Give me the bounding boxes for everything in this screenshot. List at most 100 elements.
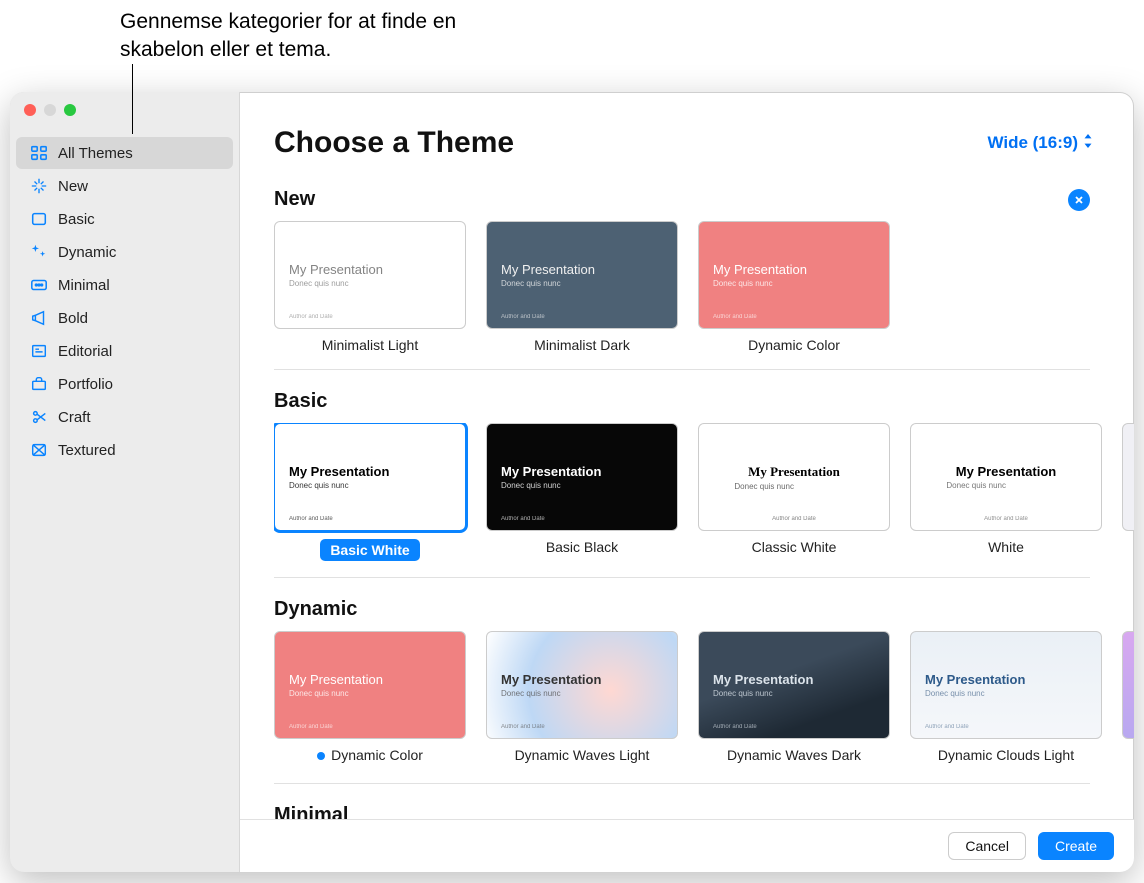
window-minimize-button[interactable] — [44, 104, 56, 116]
theme-basic-black[interactable]: My PresentationDonec quis nuncAuthor and… — [486, 423, 678, 561]
thumb-title: My Presentation — [289, 464, 451, 479]
sidebar-item-label: New — [58, 178, 88, 195]
theme-thumbnail: My PresentationDonec quis nuncAuthor and… — [274, 221, 466, 329]
section-header: New — [274, 170, 1134, 221]
sidebar-item-basic[interactable]: Basic — [16, 203, 233, 235]
callout-leader-line — [132, 64, 133, 134]
theme-basic-white[interactable]: My PresentationDonec quis nuncAuthor and… — [274, 423, 466, 561]
create-button[interactable]: Create — [1038, 832, 1114, 860]
thumb-footer: Author and Date — [501, 314, 545, 320]
thumb-subtitle: Donec quis nunc — [713, 689, 875, 698]
theme-caption: Dynamic Color — [748, 337, 840, 353]
thumb-title: My Presentation — [713, 672, 875, 687]
window-traffic-lights — [24, 104, 76, 116]
thumb-footer: Author and Date — [289, 516, 333, 522]
thumb-footer: Author and Date — [713, 314, 757, 320]
thumb-subtitle: Donec quis nunc — [925, 689, 1087, 698]
sparkle-icon — [30, 177, 48, 195]
thumb-footer: Author and Date — [713, 724, 757, 730]
theme-dynamic-clouds-light[interactable]: My PresentationDonec quis nuncAuthor and… — [910, 631, 1102, 767]
theme-dynamic-waves-dark[interactable]: My Presentation Donec quis nunc Author and… — [698, 631, 890, 767]
sidebar-item-label: Basic — [58, 211, 95, 228]
dialog-footer: Cancel Create — [240, 819, 1134, 872]
thumb-footer: Author and Date — [772, 516, 816, 522]
callout-annotation: Gennemse kategorier for at finde en skab… — [120, 8, 540, 65]
section-close-button[interactable] — [1068, 189, 1090, 211]
thumb-title: My Presentation — [925, 672, 1087, 687]
thumb-subtitle: Donec quis nunc — [946, 481, 1006, 490]
sidebar-item-new[interactable]: New — [16, 170, 233, 202]
sidebar-item-portfolio[interactable]: Portfolio — [16, 368, 233, 400]
overflow-theme-sliver[interactable] — [1122, 631, 1134, 739]
texture-icon — [30, 441, 48, 459]
theme-caption-label: Dynamic Waves Light — [515, 747, 650, 763]
section-header: Basic — [274, 372, 1134, 423]
theme-caption-label: White — [988, 539, 1024, 555]
overflow-theme-sliver[interactable] — [1122, 423, 1134, 531]
sidebar-item-craft[interactable]: Craft — [16, 401, 233, 433]
thumb-subtitle: Donec quis nunc — [289, 279, 451, 288]
theme-caption: Dynamic Waves Dark — [727, 747, 861, 763]
thumb-title: My Presentation — [956, 464, 1056, 479]
overflow-cell — [1122, 423, 1134, 561]
sidebar-item-label: Textured — [58, 442, 116, 459]
theme-caption-label: Classic White — [752, 539, 837, 555]
doc-icon — [30, 210, 48, 228]
sidebar-item-label: All Themes — [58, 145, 133, 162]
sidebar-item-label: Portfolio — [58, 376, 113, 393]
theme-caption: Dynamic Clouds Light — [938, 747, 1074, 763]
main-header: Choose a Theme Wide (16:9) — [240, 92, 1134, 170]
theme-caption-label: Basic Black — [546, 539, 618, 555]
theme-row: My Presentation Donec quis nunc Author and… — [274, 423, 1134, 561]
theme-caption-label: Dynamic Clouds Light — [938, 747, 1074, 763]
theme-dynamic-color[interactable]: My PresentationDonec quis nuncAuthor and… — [274, 631, 466, 767]
theme-chooser-window: All ThemesNewBasicDynamicMinimalBoldEdit… — [10, 92, 1134, 872]
theme-caption-label: Dynamic Color — [331, 747, 423, 763]
theme-minimalist-dark[interactable]: My PresentationDonec quis nuncAuthor and… — [486, 221, 678, 353]
section-header: Dynamic — [274, 580, 1134, 631]
aspect-ratio-popup[interactable]: Wide (16:9) — [987, 133, 1094, 153]
theme-thumbnail: My PresentationDonec quis nuncAuthor and… — [486, 631, 678, 739]
theme-thumbnail: My PresentationDonec quis nuncAuthor and… — [698, 221, 890, 329]
sidebar-item-bold[interactable]: Bold — [16, 302, 233, 334]
sidebar-item-label: Craft — [58, 409, 91, 426]
theme-caption: Minimalist Dark — [534, 337, 630, 353]
aspect-ratio-label: Wide (16:9) — [987, 133, 1078, 153]
theme-dynamic-waves-light[interactable]: My PresentationDonec quis nuncAuthor and… — [486, 631, 678, 767]
sidebar-item-label: Editorial — [58, 343, 112, 360]
sidebar-item-textured[interactable]: Textured — [16, 434, 233, 466]
thumb-title: My Presentation — [501, 464, 663, 479]
thumb-footer: Author and Date — [984, 516, 1028, 522]
theme-caption: Dynamic Color — [317, 747, 423, 763]
sidebar-item-minimal[interactable]: Minimal — [16, 269, 233, 301]
theme-row: My PresentationDonec quis nuncAuthor and… — [274, 221, 1134, 353]
window-zoom-button[interactable] — [64, 104, 76, 116]
theme-caption-label: Minimalist Dark — [534, 337, 630, 353]
sidebar-item-editorial[interactable]: Editorial — [16, 335, 233, 367]
section-title: Basic — [274, 390, 327, 413]
theme-classic-white[interactable]: My Presentation Donec quis nunc Author and… — [698, 423, 890, 561]
theme-thumbnail: My Presentation Donec quis nunc Author and… — [698, 423, 890, 531]
theme-thumbnail: My PresentationDonec quis nuncAuthor and… — [486, 221, 678, 329]
window-close-button[interactable] — [24, 104, 36, 116]
theme-caption-label: Basic White — [330, 542, 409, 558]
megaphone-icon — [30, 309, 48, 327]
sidebar-item-dynamic[interactable]: Dynamic — [16, 236, 233, 268]
sidebar-item-all-themes[interactable]: All Themes — [16, 137, 233, 169]
theme-white[interactable]: My Presentation Donec quis nunc Author and… — [910, 423, 1102, 561]
theme-dynamic-color[interactable]: My PresentationDonec quis nuncAuthor and… — [698, 221, 890, 353]
new-indicator-dot — [317, 752, 325, 760]
thumb-subtitle: Donec quis nunc — [501, 689, 663, 698]
thumb-title: My Presentation — [748, 464, 840, 480]
section-divider — [274, 577, 1090, 578]
thumb-subtitle: Donec quis nunc — [734, 482, 794, 491]
themes-scroll-area[interactable]: New My Presentation Donec quis nunc Author … — [240, 170, 1134, 819]
cancel-button[interactable]: Cancel — [948, 832, 1026, 860]
thumb-footer: Author and Date — [501, 516, 545, 522]
section-title: Dynamic — [274, 598, 357, 621]
theme-caption-label: Minimalist Light — [322, 337, 418, 353]
theme-minimalist-light[interactable]: My PresentationDonec quis nuncAuthor and… — [274, 221, 466, 353]
thumb-footer: Author and Date — [289, 314, 333, 320]
section-title: New — [274, 188, 315, 211]
scissors-icon — [30, 408, 48, 426]
